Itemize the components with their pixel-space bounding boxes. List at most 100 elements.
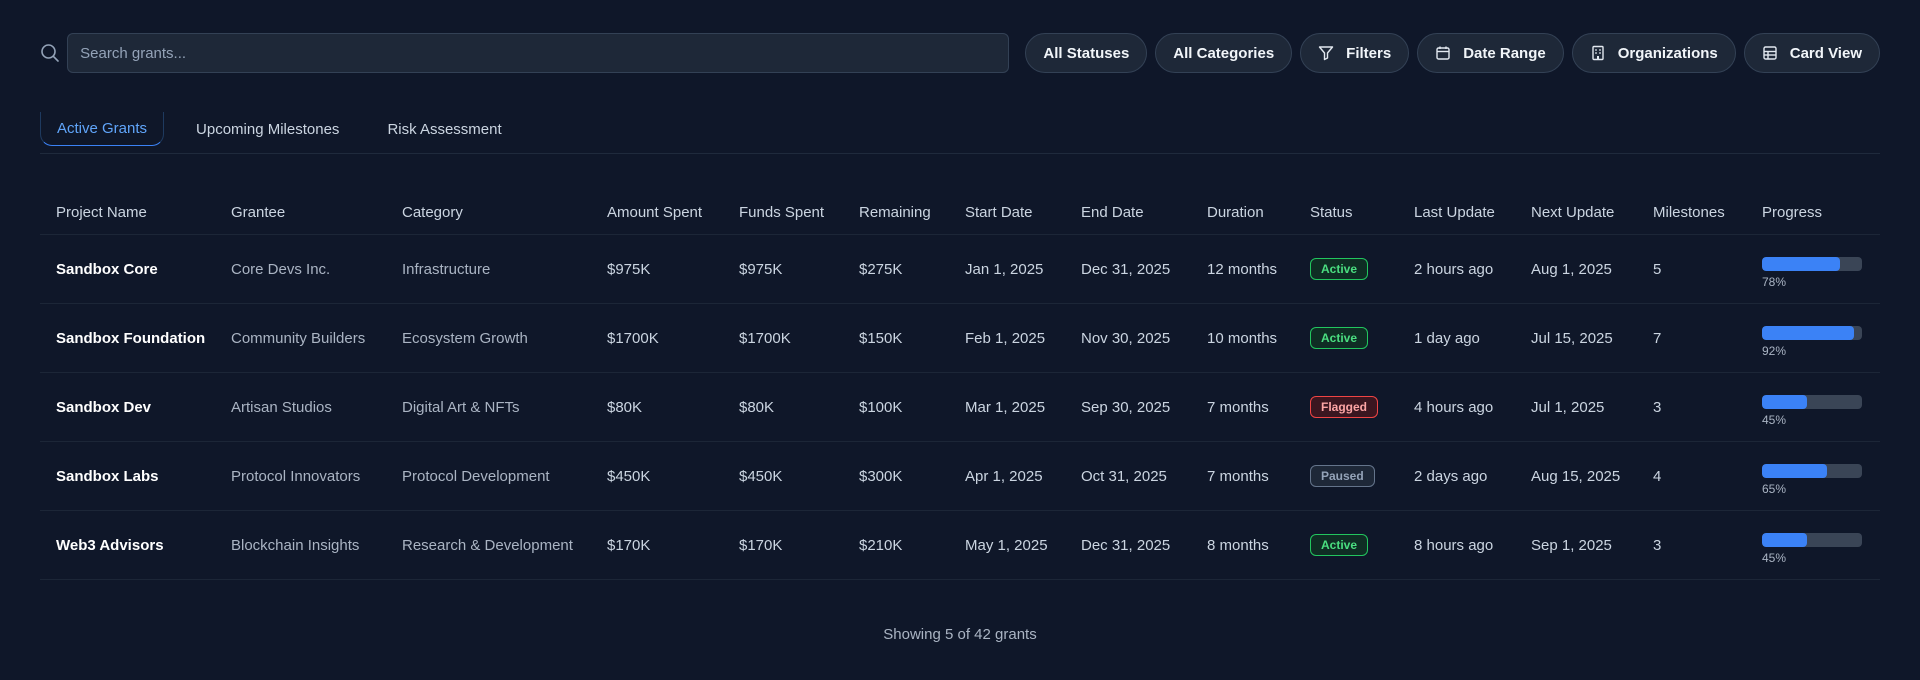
amount-spent-cell: $975K bbox=[607, 260, 651, 278]
amount-spent-cell: $1700K bbox=[607, 329, 659, 347]
grantee-cell: Protocol Innovators bbox=[231, 467, 361, 485]
grantee-cell: Core Devs Inc. bbox=[231, 260, 331, 278]
duration-cell: 12 months bbox=[1207, 260, 1278, 278]
last-update-cell: 2 days ago bbox=[1414, 467, 1488, 485]
organizations-button[interactable]: Organizations bbox=[1571, 33, 1736, 73]
start-date-cell: Jan 1, 2025 bbox=[965, 260, 1044, 278]
tab-label: Active Grants bbox=[57, 120, 148, 137]
status-filter-button[interactable]: All Statuses bbox=[1025, 33, 1148, 73]
progress-bar bbox=[1762, 395, 1862, 409]
column-header[interactable]: Funds Spent bbox=[723, 204, 843, 221]
category-cell: Ecosystem Growth bbox=[402, 329, 528, 347]
progress-cell: 45% bbox=[1746, 525, 1880, 565]
funds-spent-cell: $450K bbox=[739, 467, 783, 485]
column-header[interactable]: Milestones bbox=[1637, 204, 1746, 221]
column-header[interactable]: End Date bbox=[1065, 204, 1191, 221]
filter-bar: All Statuses All Categories Filters Date… bbox=[1025, 33, 1880, 73]
column-header[interactable]: Duration bbox=[1191, 204, 1294, 221]
end-date-cell: Sep 30, 2025 bbox=[1081, 398, 1171, 416]
column-header[interactable]: Next Update bbox=[1515, 204, 1637, 221]
column-header[interactable]: Amount Spent bbox=[591, 204, 723, 221]
column-header[interactable]: Project Name bbox=[40, 204, 215, 221]
card-view-button[interactable]: Card View bbox=[1743, 33, 1880, 73]
milestones-cell: 7 bbox=[1653, 329, 1662, 347]
milestones-cell: 4 bbox=[1653, 467, 1662, 485]
progress-indicator: 78% bbox=[1762, 249, 1880, 289]
duration-cell: 7 months bbox=[1207, 467, 1269, 485]
grantee-cell: Community Builders bbox=[231, 329, 366, 347]
project-name-cell: Sandbox Foundation bbox=[56, 329, 206, 347]
filter-icon bbox=[1318, 45, 1334, 61]
progress-indicator: 45% bbox=[1762, 525, 1880, 565]
column-header[interactable]: Status bbox=[1294, 204, 1398, 221]
start-date-cell: Feb 1, 2025 bbox=[965, 329, 1046, 347]
card-view-label: Card View bbox=[1789, 44, 1862, 62]
tab-risk-assessment[interactable]: Risk Assessment bbox=[371, 112, 517, 146]
column-header[interactable]: Last Update bbox=[1398, 204, 1515, 221]
toolbar: All Statuses All Categories Filters Date… bbox=[40, 33, 1880, 73]
project-name-cell: Sandbox Labs bbox=[56, 467, 159, 485]
progress-bar bbox=[1762, 257, 1862, 271]
progress-fill bbox=[1762, 533, 1807, 547]
progress-percent: 92% bbox=[1762, 344, 1787, 358]
column-header[interactable]: Grantee bbox=[215, 204, 386, 221]
end-date-cell: Oct 31, 2025 bbox=[1081, 467, 1167, 485]
progress-fill bbox=[1762, 464, 1827, 478]
progress-indicator: 65% bbox=[1762, 456, 1880, 496]
category-cell: Infrastructure bbox=[402, 260, 491, 278]
tab-active-grants[interactable]: Active Grants bbox=[40, 112, 165, 146]
table-row[interactable]: Sandbox Foundation Community Builders Ecos… bbox=[40, 304, 1880, 373]
grants-table: Project Name Grantee Category Amount Spe… bbox=[40, 190, 1880, 580]
table-row[interactable]: Sandbox Dev Artisan Studios Digital Art & … bbox=[40, 373, 1880, 442]
last-update-cell: 2 hours ago bbox=[1414, 260, 1494, 278]
tab-label: Risk Assessment bbox=[387, 120, 502, 138]
building-icon bbox=[1590, 45, 1606, 61]
filters-button[interactable]: Filters bbox=[1300, 33, 1410, 73]
progress-cell: 92% bbox=[1746, 318, 1880, 358]
project-name-cell: Sandbox Dev bbox=[56, 398, 152, 416]
start-date-cell: Mar 1, 2025 bbox=[965, 398, 1046, 416]
remaining-cell: $150K bbox=[859, 329, 903, 347]
table-body: Sandbox Core Core Devs Inc. Infrastructure… bbox=[40, 235, 1880, 580]
tab-upcoming-milestones[interactable]: Upcoming Milestones bbox=[180, 112, 355, 146]
milestones-cell: 5 bbox=[1653, 260, 1662, 278]
amount-spent-cell: $450K bbox=[607, 467, 651, 485]
date-range-label: Date Range bbox=[1463, 44, 1546, 62]
table-row[interactable]: Web3 Advisors Blockchain Insights Research… bbox=[40, 511, 1880, 580]
table-row[interactable]: Sandbox Labs Protocol Innovators Protocol … bbox=[40, 442, 1880, 511]
progress-percent: 78% bbox=[1762, 275, 1787, 289]
progress-fill bbox=[1762, 395, 1807, 409]
category-cell: Protocol Development bbox=[402, 467, 550, 485]
tab-bar: Active Grants Upcoming Milestones Risk A… bbox=[40, 112, 1880, 154]
status-badge: Active bbox=[1310, 534, 1369, 556]
last-update-cell: 1 day ago bbox=[1414, 329, 1480, 347]
status-badge: Active bbox=[1310, 327, 1369, 349]
status-filter-label: All Statuses bbox=[1043, 44, 1130, 62]
column-header[interactable]: Start Date bbox=[949, 204, 1065, 221]
table-row[interactable]: Sandbox Core Core Devs Inc. Infrastructure… bbox=[40, 235, 1880, 304]
column-header[interactable]: Remaining bbox=[843, 204, 949, 221]
progress-fill bbox=[1762, 326, 1854, 340]
table-header-row: Project Name Grantee Category Amount Spe… bbox=[40, 190, 1880, 235]
start-date-cell: Apr 1, 2025 bbox=[965, 467, 1043, 485]
progress-percent: 45% bbox=[1762, 413, 1787, 427]
funds-spent-cell: $170K bbox=[739, 536, 783, 554]
search-input[interactable] bbox=[67, 33, 1010, 73]
project-name-cell: Web3 Advisors bbox=[56, 536, 164, 554]
status-badge: Paused bbox=[1310, 465, 1375, 487]
organizations-label: Organizations bbox=[1617, 44, 1718, 62]
grid-icon bbox=[1762, 45, 1778, 61]
status-cell: Active bbox=[1294, 258, 1398, 280]
remaining-cell: $210K bbox=[859, 536, 903, 554]
progress-fill bbox=[1762, 257, 1840, 271]
column-header[interactable]: Category bbox=[386, 204, 591, 221]
pagination-summary: Showing 5 of 42 grants bbox=[883, 626, 1037, 643]
progress-cell: 78% bbox=[1746, 249, 1880, 289]
category-filter-button[interactable]: All Categories bbox=[1155, 33, 1293, 73]
next-update-cell: Jul 1, 2025 bbox=[1531, 398, 1605, 416]
milestones-cell: 3 bbox=[1653, 398, 1662, 416]
progress-bar bbox=[1762, 464, 1862, 478]
progress-bar bbox=[1762, 326, 1862, 340]
date-range-button[interactable]: Date Range bbox=[1417, 33, 1564, 73]
column-header[interactable]: Progress bbox=[1746, 204, 1880, 221]
